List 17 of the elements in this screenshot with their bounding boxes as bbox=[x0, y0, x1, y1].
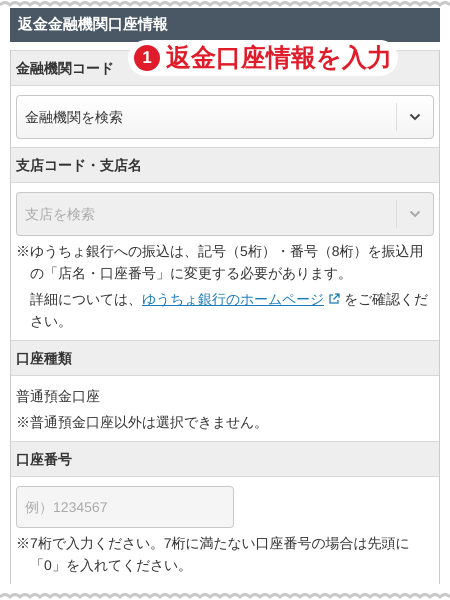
field-label: 口座種類 bbox=[11, 340, 439, 376]
note-text: 詳細については、ゆうちょ銀行のホームページ をご確認ください。 bbox=[29, 290, 429, 331]
account-number-field[interactable]: 例）1234567 bbox=[16, 486, 234, 528]
step-number-badge: 1 bbox=[134, 45, 160, 71]
chevron-down-icon bbox=[409, 210, 421, 218]
external-link-icon bbox=[328, 293, 340, 305]
select-placeholder: 金融機関を検索 bbox=[24, 108, 124, 126]
note-text: ※7桁で入力ください。7桁に満たない口座番号の場合は先頭に「0」を入れてください。 bbox=[16, 534, 411, 575]
note-text: ※普通預金口座以外は選択できません。 bbox=[16, 413, 269, 432]
note-text: ※ゆうちょ銀行への振込は、記号（5桁）・番号（8桁）を振込用の「店名・口座番号」に変更する必要があります。 bbox=[16, 242, 425, 283]
select-placeholder: 支店を検索 bbox=[24, 204, 96, 224]
chevron-down-icon bbox=[409, 113, 421, 121]
search-select[interactable]: 金融機関を検索 bbox=[16, 95, 434, 139]
section-header: 返金金融機関口座情報 bbox=[10, 8, 440, 42]
account-type-value: 普通預金口座 bbox=[16, 387, 101, 406]
field-label: 口座番号 bbox=[11, 441, 439, 477]
field-label: 支店コード・支店名 bbox=[11, 147, 439, 183]
